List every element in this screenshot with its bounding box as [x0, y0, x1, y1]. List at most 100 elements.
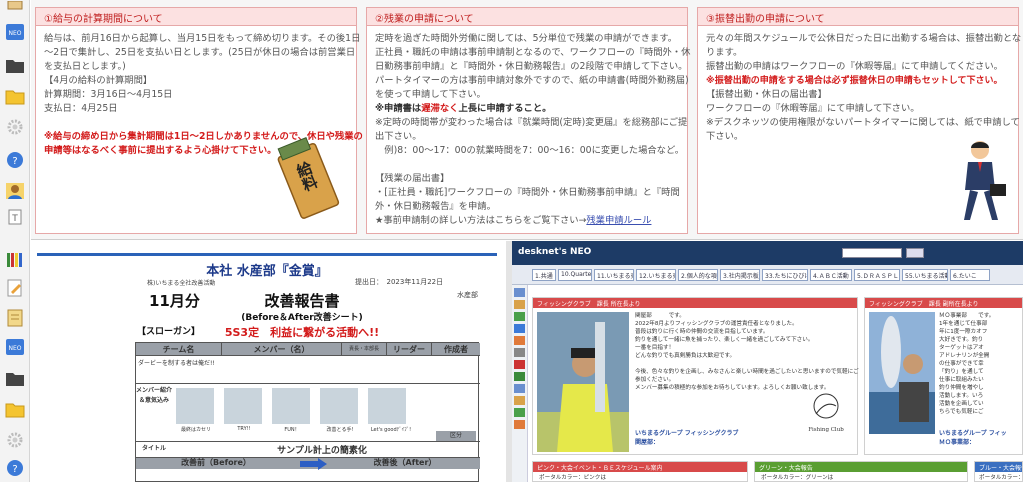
portal-tab[interactable]: 4.ＡＢＣ活動 — [810, 269, 852, 281]
card-text: 「釣り」を通して — [939, 369, 984, 375]
portal-tab[interactable]: 3.社内掲示板 — [720, 269, 760, 281]
card-text: 1年を通じて仕事部 — [939, 321, 988, 327]
member-caption: FUN！ — [284, 427, 300, 433]
portal-tab[interactable]: 10.Quarterly — [558, 269, 592, 281]
report-title: 改善報告書 — [264, 292, 340, 310]
col-author: 作成者 — [431, 343, 480, 356]
folder-yellow-icon[interactable] — [4, 86, 26, 106]
portal-side-icon[interactable] — [514, 336, 525, 345]
report-table: チーム名 メンバー（名） 責長・本部長 リーダー 作成者 ダービーを制する者は俺… — [135, 342, 480, 482]
card-text: 日勤務事前申請』と『時間外・休日勤務報告』の2段階で申請して下さい。 — [375, 61, 688, 72]
text-icon[interactable]: T — [4, 207, 26, 227]
col-leader: リーダー — [386, 343, 431, 356]
books-icon[interactable] — [4, 250, 26, 270]
before-label: 改善前（Before） — [181, 458, 251, 467]
portal-tab[interactable]: 2.個人的な項目 — [678, 269, 718, 281]
card-footer: いちまるグループ フィッ — [939, 430, 1007, 437]
member-photos: 最終はカセリ TRY!! FUN！ 改善とる手! Let's goodﾃﾞｲﾌﾞ… — [172, 386, 432, 438]
portal-tab[interactable]: 12.いちまる売上 — [636, 269, 676, 281]
neo-icon[interactable]: NEO — [4, 22, 26, 42]
col-small: 責長・本部長 — [341, 343, 386, 356]
portal-search-select[interactable] — [842, 248, 902, 258]
card-footer-2: ＭＯ事業部： — [939, 439, 976, 446]
pencil-icon[interactable] — [4, 278, 26, 298]
portal-side-icon[interactable] — [514, 348, 525, 357]
portal-side-icon[interactable] — [514, 420, 525, 429]
portal-side-icon[interactable] — [514, 312, 525, 321]
card-text — [635, 360, 859, 368]
folder-black-icon[interactable] — [4, 55, 26, 75]
card-text: 活動を企画してい — [939, 401, 984, 407]
portal-side-icon[interactable] — [514, 360, 525, 369]
user-icon[interactable] — [4, 181, 26, 201]
card-warning: ※振替出勤の申請をする場合は必ず振替休日の申請もセットして下さい。 — [706, 76, 1003, 86]
card-text: 年に1度一際カオフ — [939, 329, 988, 335]
card-text: ・[正社員・職託]ワークフローの『時間外・休日勤務事前申請』と『時間 — [375, 187, 680, 198]
neo-icon-2[interactable]: NEO — [4, 337, 26, 357]
folder-black-icon-2[interactable] — [4, 368, 26, 388]
card-text: ＭＯ事業部 です。 — [939, 313, 995, 319]
portal-logo: desknet's NEO — [518, 247, 592, 257]
card-text: 釣り仲間を増やし — [939, 385, 984, 391]
portal-tab[interactable]: 5.ＤＲＡＳＰＬＹ — [854, 269, 900, 281]
svg-text:NEO: NEO — [8, 345, 21, 352]
portal-side-icon[interactable] — [514, 396, 525, 405]
notice-card-overtime: ②残業の申請について 定時を過ぎた時間外労働に関しては、5分単位で残業の申請がで… — [366, 7, 690, 234]
portal-search-button[interactable] — [906, 248, 924, 258]
sheet-icon[interactable] — [4, 0, 26, 20]
card-text: アドレナリンが全開 — [939, 353, 990, 359]
svg-text:NEO: NEO — [8, 30, 21, 37]
portal-tab[interactable]: 1.共通 — [532, 269, 556, 281]
portal-side-icon[interactable] — [514, 300, 525, 309]
portal-header: desknet's NEO — [512, 241, 1023, 265]
card-footer: いちまるグループ フィッシングクラブ — [635, 430, 739, 437]
card-text: 計算期間：3月16日〜4月15日 — [44, 89, 173, 100]
card-text: 支払日：4月25日 — [44, 103, 118, 114]
document-icon[interactable] — [4, 308, 26, 328]
fishing-club-logo: Fishing Club — [808, 393, 844, 433]
help-icon[interactable]: ? — [4, 150, 26, 170]
card-text: ※デスクネッツの使用権限がないパートタイマーに関しては、紙で申請して — [706, 117, 1020, 128]
member-photo — [368, 388, 406, 424]
portal-tab[interactable]: 55.いちまる活動 — [902, 269, 948, 281]
portal-info-card-blue: ブルー・大会報告 ポータルカラー： — [974, 461, 1023, 482]
card-title: ①給与の計算期間について — [36, 8, 356, 26]
gear-icon-2[interactable] — [4, 430, 26, 450]
portal-tab[interactable]: 33.たちにひびけ — [762, 269, 808, 281]
portal-side-icon[interactable] — [514, 408, 525, 417]
member-caption: 改善とる手! — [326, 427, 354, 433]
help-icon-2[interactable]: ? — [4, 458, 26, 478]
report-panel: 本社 水産部『金賞』 株)いちまる全社改善活動 提出日： 2023年11月22日… — [31, 241, 506, 482]
portal-side-icon[interactable] — [514, 384, 525, 393]
member-caption: Let's goodﾃﾞｲﾌﾞ! — [370, 427, 412, 433]
overtime-rule-link[interactable]: 残業申請ルール — [586, 215, 651, 226]
card-important: ※申請書は遅滞なく上長に申請すること。 — [375, 103, 552, 114]
portal-tab[interactable]: 11.いちまる売上 — [594, 269, 634, 281]
card-text: ワークフローの『休暇等届』にて申請して下さい。 — [706, 103, 920, 114]
portal-tab[interactable]: 6.たいこ — [950, 269, 990, 281]
card-text: 活動します。いろ — [939, 393, 984, 399]
portal-side-icon[interactable] — [514, 324, 525, 333]
card-text: 給与は、前月16日から起算し、当月15日をもって締め切ります。その後1日 — [44, 33, 361, 44]
card-text: 【振替出勤・休日の届出書】 — [706, 89, 827, 100]
card-header: ブルー・大会報告 — [975, 462, 1022, 472]
card-link-line: ★事前申請制の詳しい方法はこちらをご覧下さい→残業申請ルール — [375, 215, 652, 226]
folder-yellow-icon-2[interactable] — [4, 399, 26, 419]
card-text: 出下さい。 — [375, 131, 422, 142]
card-header: ピンク・大会イベント・ＢＥスケジュール案内 — [533, 462, 747, 472]
notice-card-substitute: ③振替出勤の申請について 元々の年間スケジュールで公休日だった日に出勤する場合は… — [697, 7, 1021, 234]
portal-side-icon[interactable] — [514, 372, 525, 381]
angler-photo — [537, 312, 629, 452]
card-text: 仕事に取組みたい — [939, 377, 984, 383]
card-text: 一番を目指す！ — [635, 345, 675, 351]
svg-text:?: ? — [12, 156, 17, 167]
portal-info-card-pink: ピンク・大会イベント・ＢＥスケジュール案内 ポータルカラー：ピンクは — [532, 461, 748, 482]
report-top-note: 株)いちまる全社改善活動 — [147, 280, 216, 287]
left-toolbar: NEO ? T NEO ? — [0, 0, 30, 482]
card-text: ※定時の時間帯が変わった場合は『就業時間(定時)変更届』を総務部にご提 — [375, 117, 688, 128]
portal-side-icon[interactable] — [514, 288, 525, 297]
portal-tabs: 1.共通 10.Quarterly 11.いちまる売上 12.いちまる売上 2.… — [512, 265, 1023, 285]
member-caption: 最終はカセリ — [180, 427, 211, 433]
gear-icon[interactable] — [4, 117, 26, 137]
fishing-club-card: フィッシングクラブ 課長 所在長より 関屋部 です。 2022年8月よりフィッシ… — [532, 297, 859, 455]
